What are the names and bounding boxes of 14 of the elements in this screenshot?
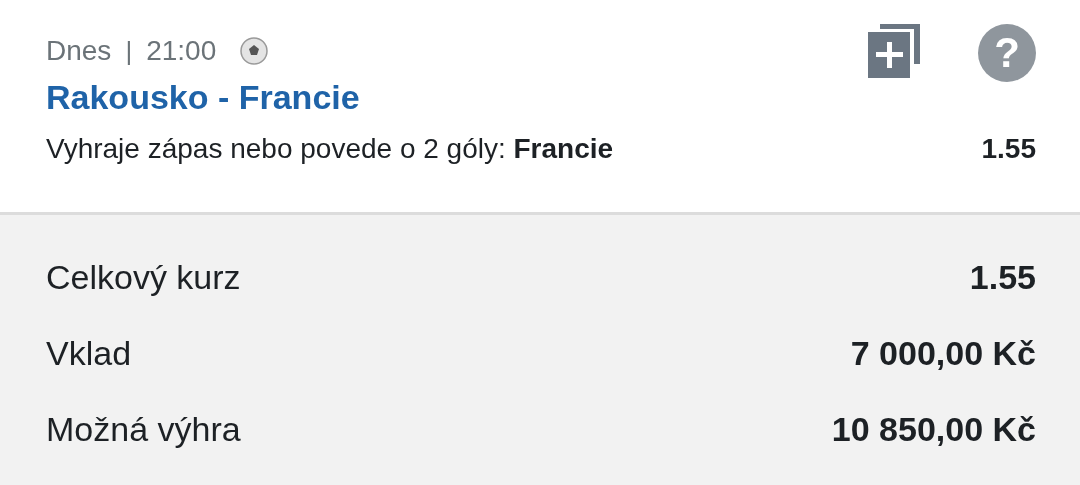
- summary-value: 7 000,00 Kč: [850, 333, 1036, 373]
- summary-label: Vklad: [46, 333, 132, 373]
- summary-label: Možná výhra: [46, 409, 241, 449]
- odds-value: 1.55: [981, 133, 1036, 165]
- summary-label: Celkový kurz: [46, 257, 241, 297]
- match-title[interactable]: Rakousko - Francie: [46, 78, 360, 117]
- time-label: 21:00: [146, 35, 217, 67]
- separator: |: [125, 35, 133, 67]
- summary-value: 10 850,00 Kč: [831, 409, 1036, 449]
- bet-selection: Vyhraje zápas nebo povede o 2 góly: Francie: [46, 133, 614, 165]
- date-label: Dnes: [46, 35, 112, 67]
- soccer-ball-icon: [240, 37, 269, 65]
- summary-value: 1.55: [969, 257, 1036, 297]
- add-copy-icon[interactable]: [868, 22, 922, 80]
